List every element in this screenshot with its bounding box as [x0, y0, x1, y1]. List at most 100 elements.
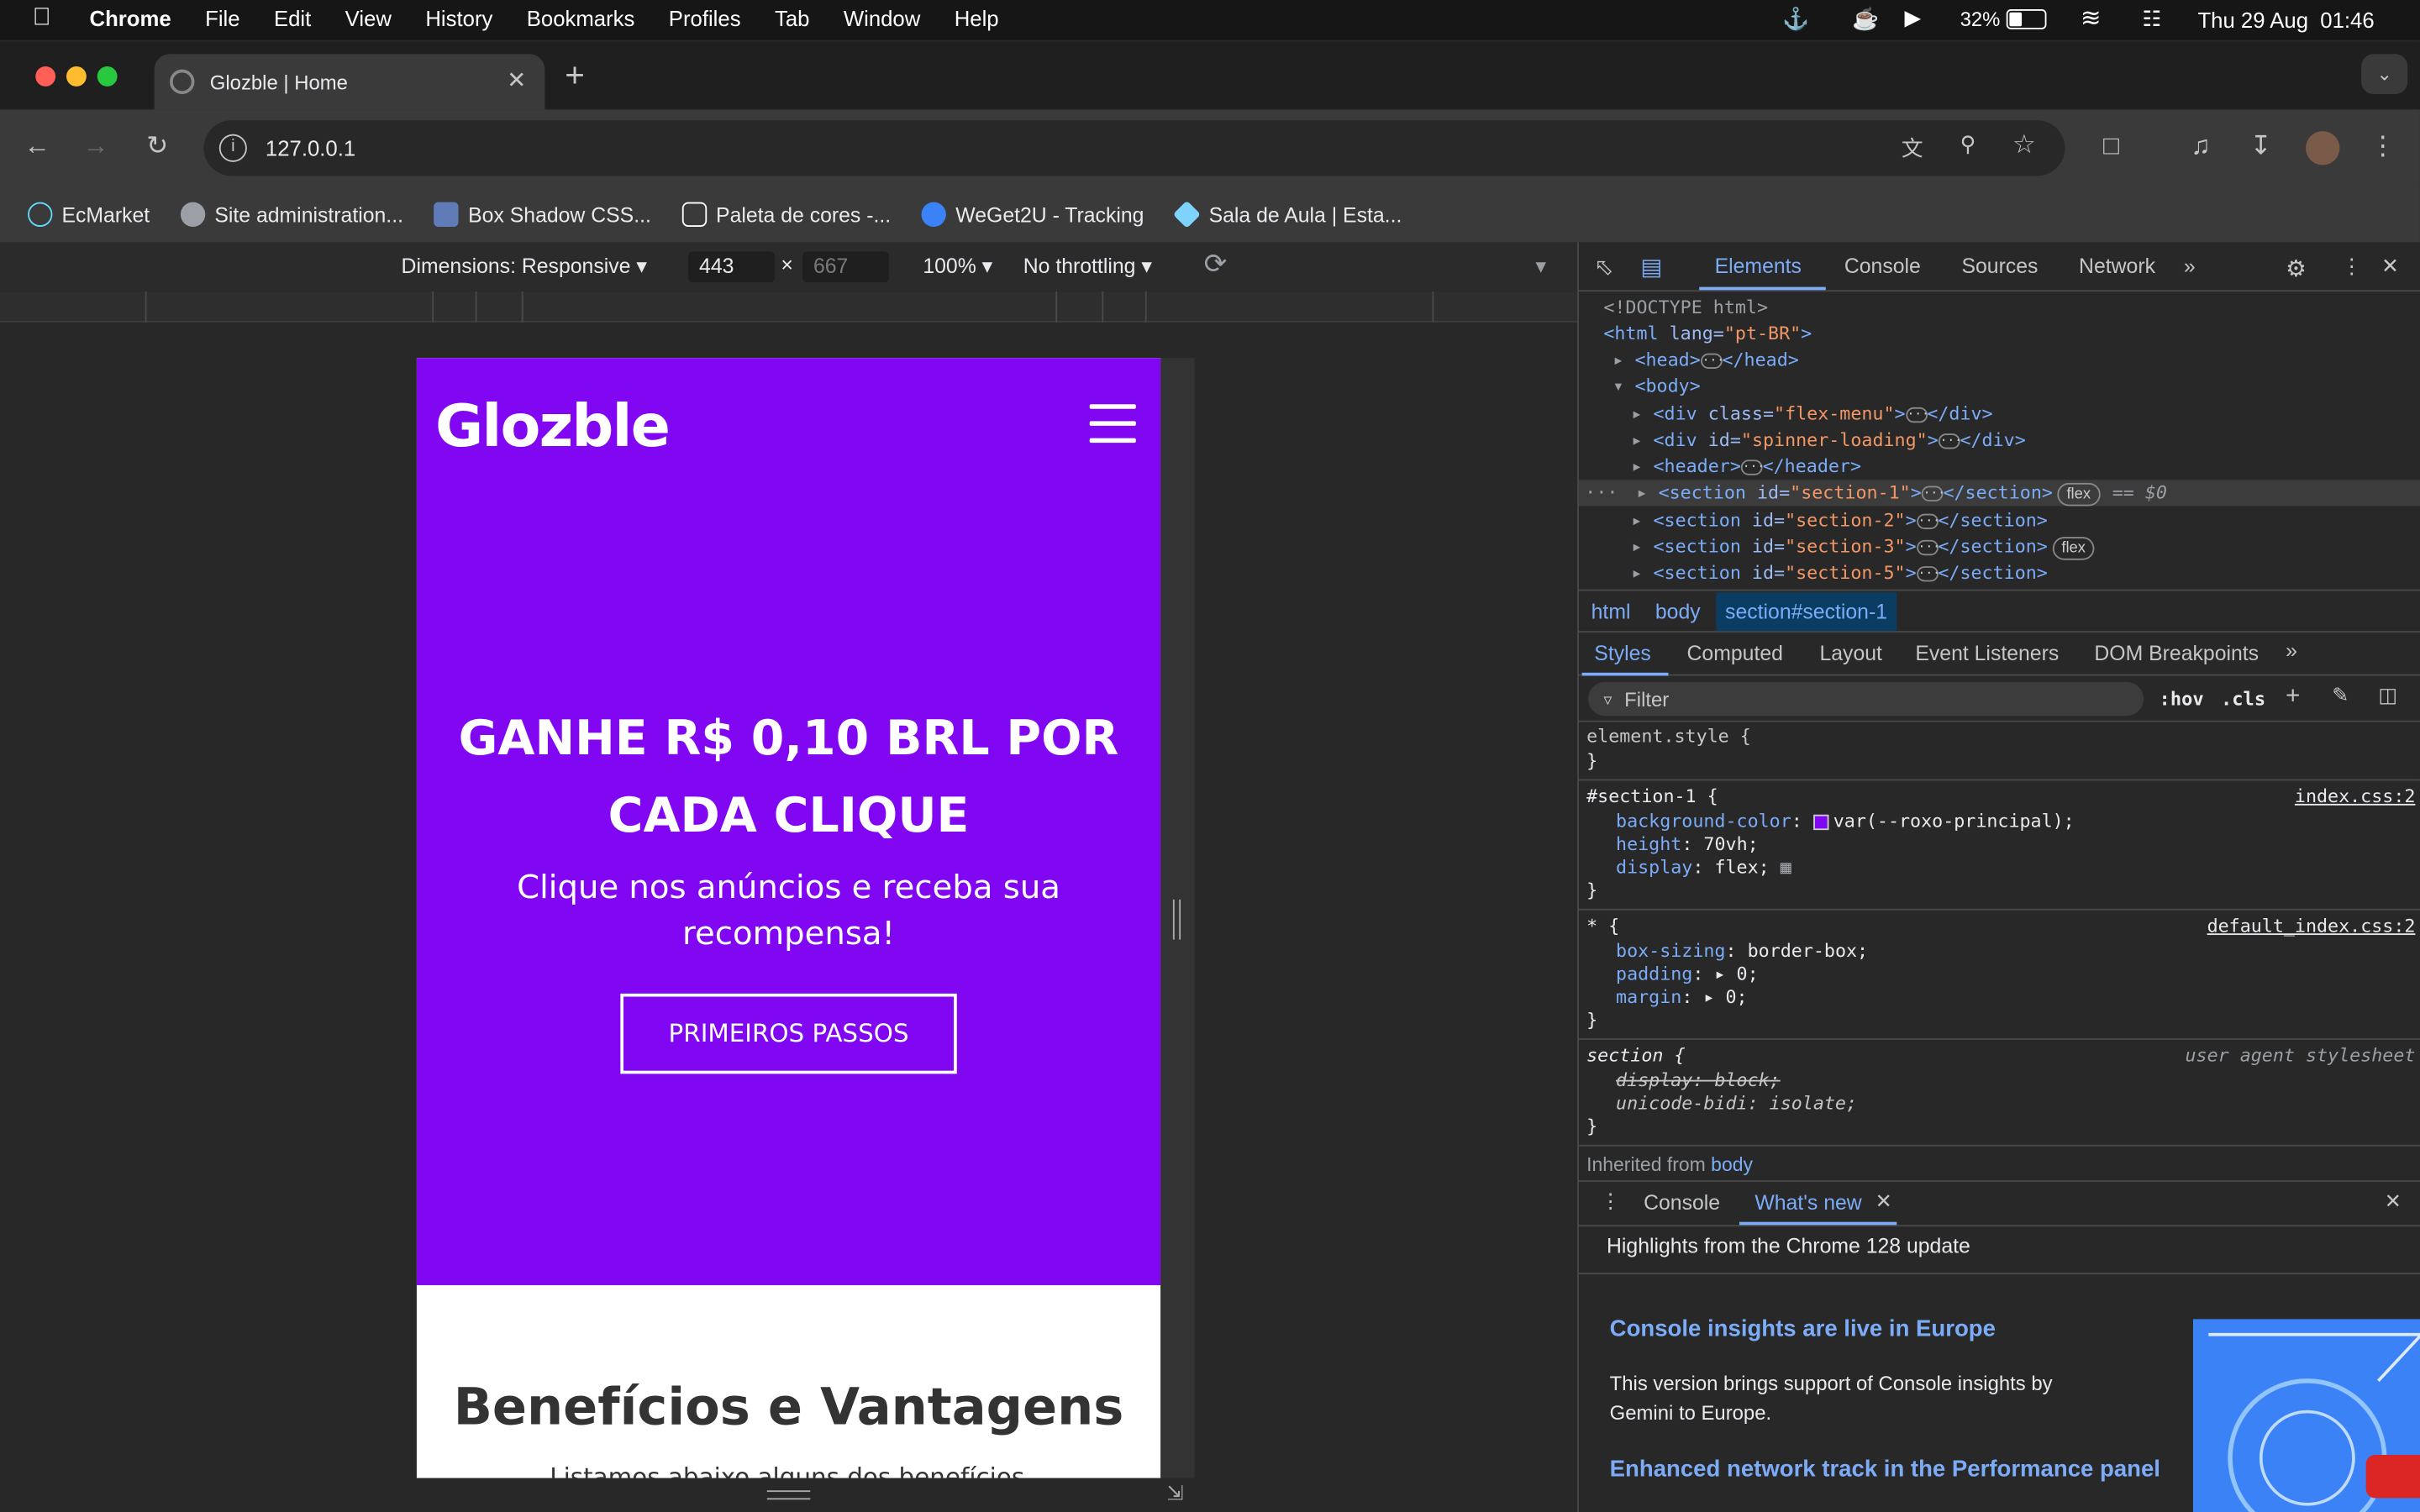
- style-padding[interactable]: padding: ▸ 0;: [1616, 963, 1759, 986]
- more-tabs-icon[interactable]: »: [2184, 255, 2196, 278]
- battery-icon[interactable]: [2006, 9, 2047, 29]
- wifi-icon[interactable]: ≋: [2081, 3, 2102, 34]
- style-display[interactable]: display: flex; ▦: [1616, 856, 1791, 879]
- drawer-tab-whats-new[interactable]: What's new: [1754, 1191, 1861, 1215]
- back-icon[interactable]: ←: [18, 131, 55, 162]
- minimize-window-button[interactable]: [66, 66, 87, 87]
- zoom-select[interactable]: 100% ▾: [923, 255, 992, 279]
- reload-icon[interactable]: ↻: [139, 131, 176, 162]
- inherited-body-link[interactable]: body: [1711, 1154, 1753, 1176]
- inspect-element-icon[interactable]: ⬁: [1594, 253, 1613, 281]
- menu-app-name[interactable]: Chrome: [90, 6, 171, 30]
- drawer-menu-icon[interactable]: ⋮: [1601, 1189, 1621, 1214]
- menu-bookmarks[interactable]: Bookmarks: [527, 6, 635, 30]
- flex-editor-icon[interactable]: ▦: [1781, 856, 1791, 878]
- menu-profiles[interactable]: Profiles: [669, 6, 741, 30]
- hov-toggle[interactable]: :hov: [2160, 688, 2204, 710]
- breadcrumb-section[interactable]: section#section-1: [1716, 591, 1897, 631]
- menu-tab[interactable]: Tab: [775, 6, 809, 30]
- height-input[interactable]: 667: [802, 251, 889, 283]
- whats-new-heading-2[interactable]: Enhanced network track in the Performanc…: [1610, 1455, 2181, 1484]
- rule-section1-source[interactable]: index.css:2: [2295, 785, 2416, 809]
- tab-elements[interactable]: Elements: [1715, 255, 1802, 278]
- clock[interactable]: Thu 29 Aug 01:46: [2197, 8, 2374, 32]
- dom-section-1-selected[interactable]: ··· ▸ <section id="section-1"> ···</sectio…: [1578, 480, 2420, 507]
- tab-sources[interactable]: Sources: [1961, 255, 2038, 278]
- drawer-tab-console[interactable]: Console: [1644, 1191, 1720, 1215]
- bookmark-sala-de-aula[interactable]: Sala de Aula | Esta...: [1173, 200, 1402, 228]
- site-logo[interactable]: Glozble: [435, 392, 671, 460]
- filter-input[interactable]: ▿ Filter: [1587, 681, 2144, 717]
- apple-icon[interactable]: : [33, 5, 51, 33]
- menu-help[interactable]: Help: [955, 6, 999, 30]
- new-tab-button[interactable]: +: [565, 55, 585, 96]
- play-circle-icon[interactable]: ▶: [1904, 5, 1921, 31]
- paint-brush-icon[interactable]: ✎: [2332, 684, 2349, 708]
- avatar[interactable]: [2306, 131, 2340, 165]
- dom-section-3[interactable]: ▸ <section id="section-3"> ···</section> f…: [1631, 533, 2095, 560]
- style-height[interactable]: height: 70vh;: [1616, 833, 1759, 857]
- throttling-select[interactable]: No throttling ▾: [1023, 255, 1152, 279]
- width-input[interactable]: 443: [688, 251, 776, 283]
- resize-corner-icon[interactable]: ⇲: [1167, 1481, 1184, 1505]
- tab-glozble-home[interactable]: Glozble | Home ✕: [154, 54, 545, 110]
- new-rule-icon[interactable]: +: [2286, 684, 2300, 711]
- device-toggle-icon[interactable]: ▤: [1640, 253, 1662, 281]
- rule-universal-selector[interactable]: * {: [1586, 915, 1619, 938]
- docker-icon[interactable]: ⚓: [1782, 6, 1809, 32]
- menu-file[interactable]: File: [205, 6, 239, 30]
- breadcrumb-html[interactable]: html: [1591, 600, 1631, 623]
- menu-edit[interactable]: Edit: [274, 6, 311, 30]
- dom-html[interactable]: <html lang="pt-BR">: [1603, 321, 1812, 347]
- tea-icon[interactable]: ☕: [1852, 6, 1879, 32]
- subtab-layout[interactable]: Layout: [1819, 642, 1881, 665]
- style-background-color[interactable]: background-color: var(--roxo-principal);: [1616, 810, 2075, 833]
- hamburger-menu-icon[interactable]: [1089, 404, 1136, 444]
- zoom-window-button[interactable]: [97, 66, 118, 87]
- subtab-dom-breakpoints[interactable]: DOM Breakpoints: [2094, 642, 2259, 665]
- bookmark-weget2u[interactable]: WeGet2U - Tracking: [921, 202, 1144, 227]
- zoom-icon[interactable]: ⚲: [1960, 131, 1976, 157]
- style-margin[interactable]: margin: ▸ 0;: [1616, 986, 1748, 1010]
- element-style-selector[interactable]: element.style {: [1586, 725, 1751, 748]
- tab-network[interactable]: Network: [2079, 255, 2155, 278]
- rule-section1-selector[interactable]: #section-1 {: [1586, 785, 1718, 809]
- menu-history[interactable]: History: [425, 6, 492, 30]
- close-window-button[interactable]: [35, 66, 56, 87]
- subtab-event-listeners[interactable]: Event Listeners: [1915, 642, 2059, 665]
- cls-toggle[interactable]: .cls: [2221, 688, 2265, 710]
- primeiros-passos-button[interactable]: PRIMEIROS PASSOS: [620, 993, 957, 1074]
- close-whats-new-icon[interactable]: ✕: [1876, 1189, 1892, 1214]
- close-drawer-icon[interactable]: ✕: [2385, 1189, 2402, 1214]
- whats-new-heading-1[interactable]: Console insights are live in Europe: [1610, 1316, 2181, 1342]
- style-box-sizing[interactable]: box-sizing: border-box;: [1616, 940, 1868, 963]
- bookmark-box-shadow[interactable]: Box Shadow CSS...: [434, 202, 651, 227]
- bookmark-star-icon[interactable]: ☆: [2012, 129, 2036, 160]
- bookmark-site-administration[interactable]: Site administration...: [180, 202, 403, 227]
- tab-search-button[interactable]: ⌄: [2361, 54, 2408, 95]
- rotate-icon[interactable]: ⟳: [1204, 249, 1228, 281]
- more-menu-icon[interactable]: ⋮: [2365, 131, 2402, 162]
- dom-body[interactable]: ▾ <body>: [1612, 373, 1700, 399]
- more-subtabs-icon[interactable]: »: [2286, 638, 2297, 662]
- breadcrumb-body[interactable]: body: [1655, 600, 1701, 623]
- dom-header[interactable]: ▸ <header> ···</header>: [1631, 454, 1861, 480]
- whats-new-video-thumbnail[interactable]: [2192, 1319, 2420, 1512]
- dom-section-2[interactable]: ▸ <section id="section-2"> ···</section>: [1631, 507, 2047, 533]
- media-query-ruler[interactable]: [0, 291, 1578, 323]
- translate-icon[interactable]: 文: [1902, 133, 1923, 164]
- dom-div-spinner[interactable]: ▸ <div id="spinner-loading"> ···</div>: [1631, 428, 2025, 454]
- site-info-icon[interactable]: i: [218, 134, 247, 162]
- media-controls-icon[interactable]: ♫: [2182, 131, 2219, 162]
- bookmark-paleta-de-cores[interactable]: Paleta de cores -...: [681, 202, 891, 227]
- dom-section-5[interactable]: ▸ <section id="section-5"> ···</section>: [1631, 560, 2047, 586]
- device-toolbar-menu-icon[interactable]: ▾: [1536, 255, 1546, 279]
- dom-doctype[interactable]: <!DOCTYPE html>: [1603, 295, 1768, 321]
- bookmark-ecmarket[interactable]: EcMarket: [28, 202, 150, 227]
- address-bar[interactable]: i 127.0.0.1 文 ⚲ ☆: [203, 120, 2065, 176]
- resize-handle-right[interactable]: [1172, 899, 1181, 940]
- menu-window[interactable]: Window: [844, 6, 920, 30]
- subtab-computed[interactable]: Computed: [1687, 642, 1783, 665]
- tab-console[interactable]: Console: [1844, 255, 1921, 278]
- downloads-icon[interactable]: ↧: [2243, 131, 2280, 162]
